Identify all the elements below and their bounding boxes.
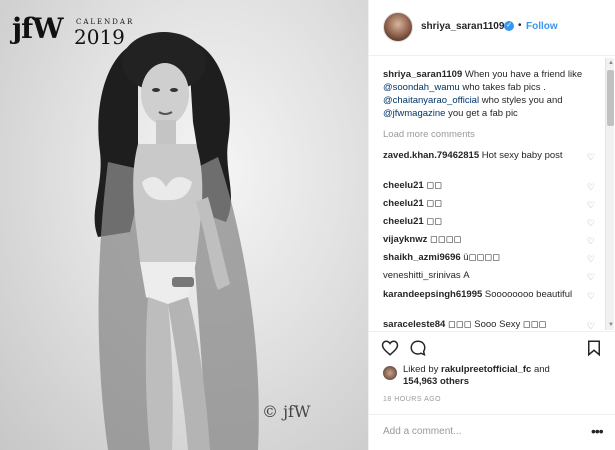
- bookmark-icon[interactable]: [585, 339, 603, 360]
- post-timestamp[interactable]: 18 HOURS AGO: [383, 396, 441, 403]
- comment-item: cheelu21 ◻◻ ♡: [383, 216, 601, 228]
- likes-count[interactable]: 154,963 others: [403, 376, 469, 387]
- caption-text-4: you get a fab pic: [445, 108, 518, 119]
- comment-item: veneshitti_srinivas A ♡: [383, 270, 601, 282]
- heart-icon[interactable]: [381, 339, 399, 360]
- like-comment-heart-icon[interactable]: ♡: [587, 181, 595, 193]
- comments-list[interactable]: shriya_saran1109 When you have a friend …: [369, 58, 615, 330]
- separator-dot: •: [518, 20, 522, 31]
- post-header: shriya_saran1109 ✓ • Follow: [369, 0, 615, 56]
- comment-text: Hot sexy baby post: [481, 150, 563, 161]
- comment-text: ü◻◻◻◻: [463, 252, 501, 263]
- like-comment-heart-icon[interactable]: ♡: [587, 290, 595, 302]
- comment-bubble-icon[interactable]: [409, 339, 427, 360]
- like-comment-heart-icon[interactable]: ♡: [587, 217, 595, 229]
- liked-by-and: and: [531, 364, 550, 375]
- comment-text: A: [463, 270, 470, 281]
- load-more-comments-button[interactable]: Load more comments: [383, 129, 475, 140]
- liker-avatar[interactable]: [383, 366, 397, 380]
- comment-item: saraceleste84 ◻◻◻ Sooo Sexy ◻◻◻ ♡: [383, 319, 601, 330]
- liked-by-prefix: Liked by: [403, 364, 442, 375]
- header-username[interactable]: shriya_saran1109: [421, 21, 504, 32]
- comment-username[interactable]: cheelu21: [383, 216, 424, 227]
- comment-username[interactable]: cheelu21: [383, 180, 424, 191]
- scrollbar-thumb[interactable]: [607, 70, 614, 126]
- mention-link-3[interactable]: @jfwmagazine: [383, 108, 445, 119]
- post-side-panel: shriya_saran1109 ✓ • Follow shriya_saran…: [368, 0, 615, 450]
- comment-text: ◻◻: [426, 216, 443, 227]
- comment-username[interactable]: shaikh_azmi9696: [383, 252, 461, 263]
- comment-item: zaved.khan.79462815 Hot sexy baby post ♡: [383, 150, 601, 162]
- comments-scrollbar[interactable]: ▲ ▼: [605, 58, 614, 330]
- follow-button[interactable]: Follow: [526, 21, 558, 32]
- caption-text-2: who takes fab pics .: [459, 82, 546, 93]
- post-actions: [369, 331, 615, 363]
- comment-text: ◻◻: [426, 180, 443, 191]
- comment-text: ◻◻: [426, 198, 443, 209]
- like-comment-heart-icon[interactable]: ♡: [587, 199, 595, 211]
- scroll-down-arrow-icon[interactable]: ▼: [608, 322, 614, 328]
- comment-item: shaikh_azmi9696 ü◻◻◻◻ ♡: [383, 252, 601, 264]
- comment-username[interactable]: zaved.khan.79462815: [383, 150, 479, 161]
- scroll-up-arrow-icon[interactable]: ▲: [608, 60, 614, 66]
- comment-username[interactable]: karandeepsingh61995: [383, 289, 482, 300]
- comment-text: ◻◻◻ Sooo Sexy ◻◻◻: [447, 319, 547, 330]
- model-figure: [68, 22, 298, 450]
- more-options-icon[interactable]: •••: [591, 423, 604, 439]
- like-comment-heart-icon[interactable]: ♡: [587, 253, 595, 265]
- comment-item: vijayknwz ◻◻◻◻ ♡: [383, 234, 601, 246]
- like-comment-heart-icon[interactable]: ♡: [587, 320, 595, 330]
- like-comment-heart-icon[interactable]: ♡: [587, 271, 595, 283]
- avatar[interactable]: [383, 12, 413, 42]
- comment-username[interactable]: saraceleste84: [383, 319, 445, 330]
- comment-text: ◻◻◻◻: [430, 234, 462, 245]
- mention-link-1[interactable]: @soondah_wamu: [383, 82, 460, 93]
- comment-username[interactable]: cheelu21: [383, 198, 424, 209]
- comment-text: Soooooooo beautiful: [484, 289, 573, 300]
- brand-jfw: jfW: [12, 12, 64, 45]
- comment-username[interactable]: vijayknwz: [383, 234, 427, 245]
- liked-by-text: Liked by rakulpreetofficial_fc and 154,9…: [403, 364, 593, 388]
- post-caption: shriya_saran1109 When you have a friend …: [383, 68, 599, 120]
- comment-item: cheelu21 ◻◻ ♡: [383, 180, 601, 192]
- like-comment-heart-icon[interactable]: ♡: [587, 235, 595, 247]
- add-comment-input[interactable]: [383, 426, 573, 437]
- comment-item: karandeepsingh61995 Soooooooo beautiful …: [383, 289, 601, 301]
- comment-username[interactable]: veneshitti_srinivas: [383, 270, 461, 281]
- liked-by-user[interactable]: rakulpreetofficial_fc: [441, 364, 531, 375]
- post-photo[interactable]: jfW CALENDAR 2019 © jfW: [0, 0, 368, 450]
- mention-link-2[interactable]: @chaitanyarao_official: [383, 95, 479, 106]
- like-comment-heart-icon[interactable]: ♡: [587, 151, 595, 163]
- caption-text-1: When you have a friend like: [462, 69, 583, 80]
- caption-text-3: who styles you and: [479, 95, 563, 106]
- comment-item: cheelu21 ◻◻ ♡: [383, 198, 601, 210]
- verified-badge-icon: ✓: [504, 21, 514, 31]
- add-comment-bar: •••: [369, 414, 615, 450]
- caption-username[interactable]: shriya_saran1109: [383, 69, 462, 80]
- watermark: © jfW: [262, 402, 311, 421]
